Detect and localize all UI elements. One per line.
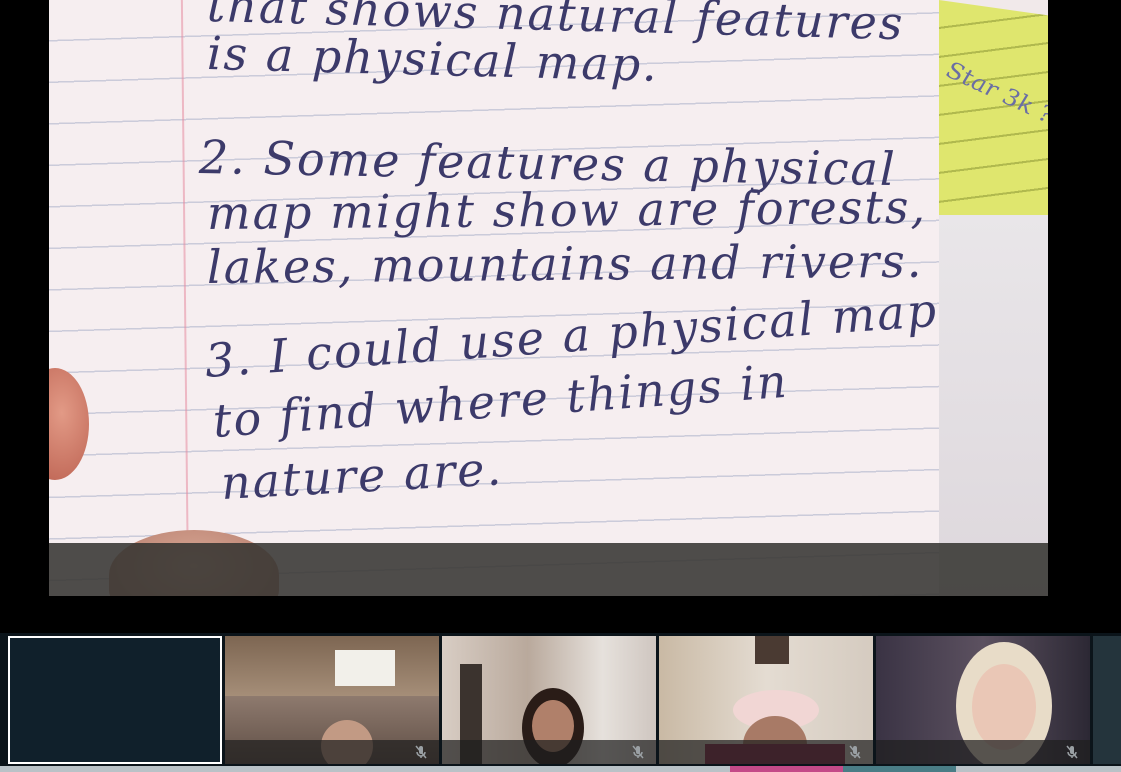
- handwriting-line-5: lakes, mountains and rivers.: [206, 233, 924, 294]
- mic-muted-icon[interactable]: [413, 744, 429, 760]
- mic-muted-icon[interactable]: [1064, 744, 1080, 760]
- mic-muted-icon[interactable]: [630, 744, 646, 760]
- participant-tile[interactable]: [876, 636, 1090, 764]
- room-background: [225, 636, 439, 696]
- participant-tile-selected[interactable]: [8, 636, 222, 764]
- yellow-sticky-note: Star 3k ?: [939, 0, 1048, 231]
- sticky-note-text: Star 3k ?: [943, 55, 1048, 130]
- tile-status-bar: [659, 740, 873, 764]
- bottom-accent-teal: [843, 766, 956, 772]
- participant-filmstrip: [0, 633, 1121, 772]
- participant-tile[interactable]: [225, 636, 439, 764]
- mic-muted-icon[interactable]: [847, 744, 863, 760]
- handwriting-line-8: nature are.: [219, 441, 505, 510]
- main-speaker-video[interactable]: that shows natural features is a physica…: [49, 0, 1048, 596]
- handwriting-line-2: is a physical map.: [206, 26, 660, 92]
- tile-status-bar: [442, 740, 656, 764]
- lined-notebook-paper: that shows natural features is a physica…: [49, 0, 941, 596]
- participant-tile[interactable]: [442, 636, 656, 764]
- video-control-bar[interactable]: [49, 543, 1048, 596]
- window-light: [335, 650, 395, 686]
- tile-status-bar: [876, 740, 1090, 764]
- tile-status-bar: [225, 740, 439, 764]
- paper-margin-line: [180, 0, 190, 596]
- participant-tile[interactable]: [659, 636, 873, 764]
- handwriting-line-4: map might show are forests,: [206, 179, 928, 240]
- wall-picture: [755, 636, 789, 664]
- bottom-accent-pink: [730, 766, 843, 772]
- participant-face: [972, 664, 1036, 750]
- video-call-window: that shows natural features is a physica…: [0, 0, 1121, 772]
- background-desk: [939, 215, 1048, 596]
- filmstrip-scroll-edge[interactable]: [1093, 636, 1121, 764]
